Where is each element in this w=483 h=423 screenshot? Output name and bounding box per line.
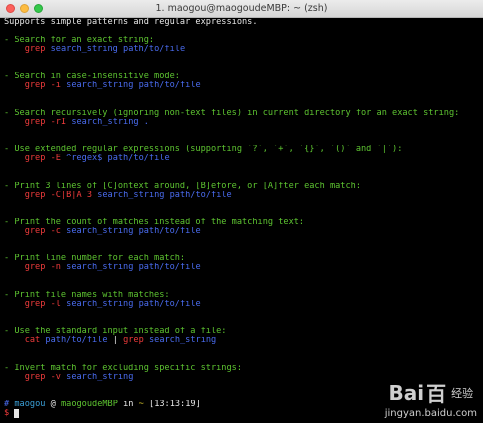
window-title: 1. maogou@maogoudeMBP: ~ (zsh) — [155, 3, 328, 14]
example-command: grep -E ^regex$ path/to/file — [24, 154, 170, 164]
example-comment: - Invert match for excluding specific st… — [4, 363, 242, 373]
watermark: Bai 百 经验 jingyan.baidu.com — [384, 378, 477, 420]
example-command: grep -n search_string path/to/file — [24, 263, 201, 273]
terminal-window: 1. maogou@maogoudeMBP: ~ (zsh) Supports … — [0, 0, 483, 423]
example-comment: - Print file names with matches: — [4, 290, 170, 300]
example-command: grep -rI search_string . — [24, 117, 149, 127]
example-command: grep -i search_string path/to/file — [24, 81, 201, 91]
watermark-logo-char: 百 — [426, 382, 447, 406]
watermark-logo: Bai — [388, 380, 425, 405]
example-comment: - Use the standard input instead of a fi… — [4, 327, 227, 337]
intro-text: Supports simple patterns and regular exp… — [4, 18, 258, 27]
example-comment: - Search in case-insensitive mode: — [4, 72, 180, 82]
title-bar[interactable]: 1. maogou@maogoudeMBP: ~ (zsh) — [0, 0, 483, 18]
watermark-cn: 经验 — [451, 386, 474, 400]
example-comment: - Search recursively (ignoring non-text … — [4, 108, 460, 118]
example-comment: - Print line number for each match: — [4, 254, 186, 264]
example-comment: - Search for an exact string: — [4, 36, 155, 45]
example-command: grep -c search_string path/to/file — [24, 226, 201, 236]
example-comment: - Use extended regular expressions (supp… — [4, 145, 403, 155]
example-comment: - Print 3 lines of [C]ontext around, [B]… — [4, 181, 361, 191]
watermark-url: jingyan.baidu.com — [384, 408, 477, 419]
example-comment: - Print the count of matches instead of … — [4, 217, 305, 227]
example-command: cat path/to/file | grep search_string — [24, 336, 217, 346]
example-command: grep search_string path/to/file — [24, 45, 186, 54]
terminal-output[interactable]: Supports simple patterns and regular exp… — [0, 18, 483, 423]
text-cursor — [14, 408, 20, 418]
example-command: grep -C|B|A 3 search_string path/to/file — [24, 190, 232, 200]
example-command: grep -l search_string path/to/file — [24, 299, 201, 309]
